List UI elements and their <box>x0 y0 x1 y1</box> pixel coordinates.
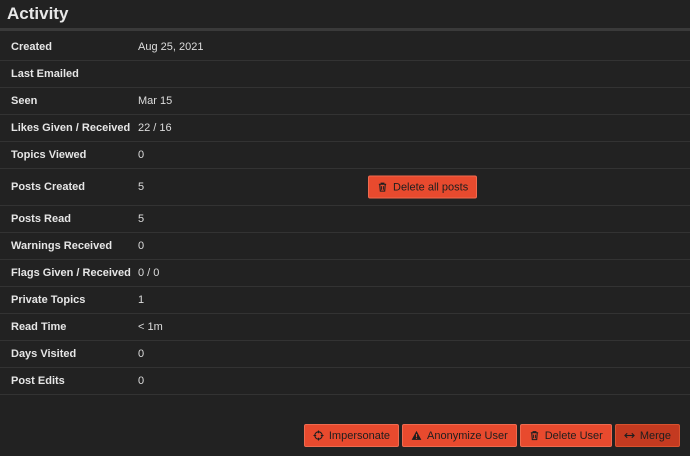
anonymize-user-label: Anonymize User <box>427 429 508 442</box>
row-value: 5 <box>138 213 145 225</box>
merge-label: Merge <box>639 429 671 442</box>
anonymize-user-button[interactable]: Anonymize User <box>402 424 517 447</box>
trash-icon <box>530 431 538 441</box>
section-title: Activity <box>7 4 69 23</box>
admin-actions: Impersonate Anonymize User Delete User M… <box>303 424 680 447</box>
row-label: Posts Read <box>11 213 71 225</box>
activity-header: Activity <box>0 0 690 31</box>
row-posts-created: Posts Created 5 Delete all posts <box>0 169 690 206</box>
row-warnings: Warnings Received 0 <box>0 233 690 260</box>
delete-all-posts-label: Delete all posts <box>393 181 469 193</box>
row-likes: Likes Given / Received 22 / 16 <box>0 115 690 142</box>
row-label: Last Emailed <box>11 68 79 80</box>
row-label: Topics Viewed <box>11 149 87 161</box>
row-value: 0 <box>138 149 145 161</box>
row-label: Likes Given / Received <box>11 122 131 134</box>
row-topics-viewed: Topics Viewed 0 <box>0 142 690 169</box>
row-seen: Seen Mar 15 <box>0 88 690 115</box>
row-label: Private Topics <box>11 294 86 306</box>
row-flags: Flags Given / Received 0 / 0 <box>0 260 690 287</box>
merge-button[interactable]: Merge <box>614 424 680 447</box>
row-value: 5 <box>138 181 145 193</box>
row-label: Posts Created <box>11 181 85 193</box>
row-label: Warnings Received <box>11 240 113 252</box>
row-value: 0 <box>138 240 145 252</box>
row-value: Mar 15 <box>138 95 173 107</box>
impersonate-label: Impersonate <box>328 429 391 442</box>
row-private-topics: Private Topics 1 <box>0 287 690 314</box>
row-value: 0 <box>138 375 145 387</box>
trash-icon <box>378 182 387 192</box>
delete-all-posts-button[interactable]: Delete all posts <box>368 175 478 199</box>
row-created: Created Aug 25, 2021 <box>0 34 690 61</box>
row-last-emailed: Last Emailed <box>0 61 690 88</box>
warning-icon <box>411 430 422 440</box>
row-label: Seen <box>11 95 38 107</box>
row-label: Created <box>11 41 52 53</box>
row-value: 0 / 0 <box>138 267 160 279</box>
row-days-visited: Days Visited 0 <box>0 341 690 368</box>
row-label: Post Edits <box>11 375 65 387</box>
row-posts-read: Posts Read 5 <box>0 206 690 233</box>
delete-user-label: Delete User <box>544 429 603 442</box>
row-post-edits: Post Edits 0 <box>0 368 690 395</box>
row-read-time: Read Time < 1m <box>0 314 690 341</box>
delete-user-button[interactable]: Delete User <box>519 424 612 447</box>
row-value: 0 <box>138 348 145 360</box>
row-label: Flags Given / Received <box>11 267 131 279</box>
admin-user-activity: Activity Created Aug 25, 2021 Last Email… <box>0 0 690 456</box>
row-value: 22 / 16 <box>138 122 172 134</box>
arrows-left-right-icon <box>623 432 635 439</box>
row-value: < 1m <box>138 321 163 333</box>
crosshair-icon <box>313 430 324 441</box>
row-label: Read Time <box>11 321 67 333</box>
impersonate-button[interactable]: Impersonate <box>303 424 400 447</box>
row-value: 1 <box>138 294 145 306</box>
activity-table: Created Aug 25, 2021 Last Emailed Seen M… <box>0 34 690 395</box>
row-value: Aug 25, 2021 <box>138 41 204 53</box>
row-label: Days Visited <box>11 348 77 360</box>
